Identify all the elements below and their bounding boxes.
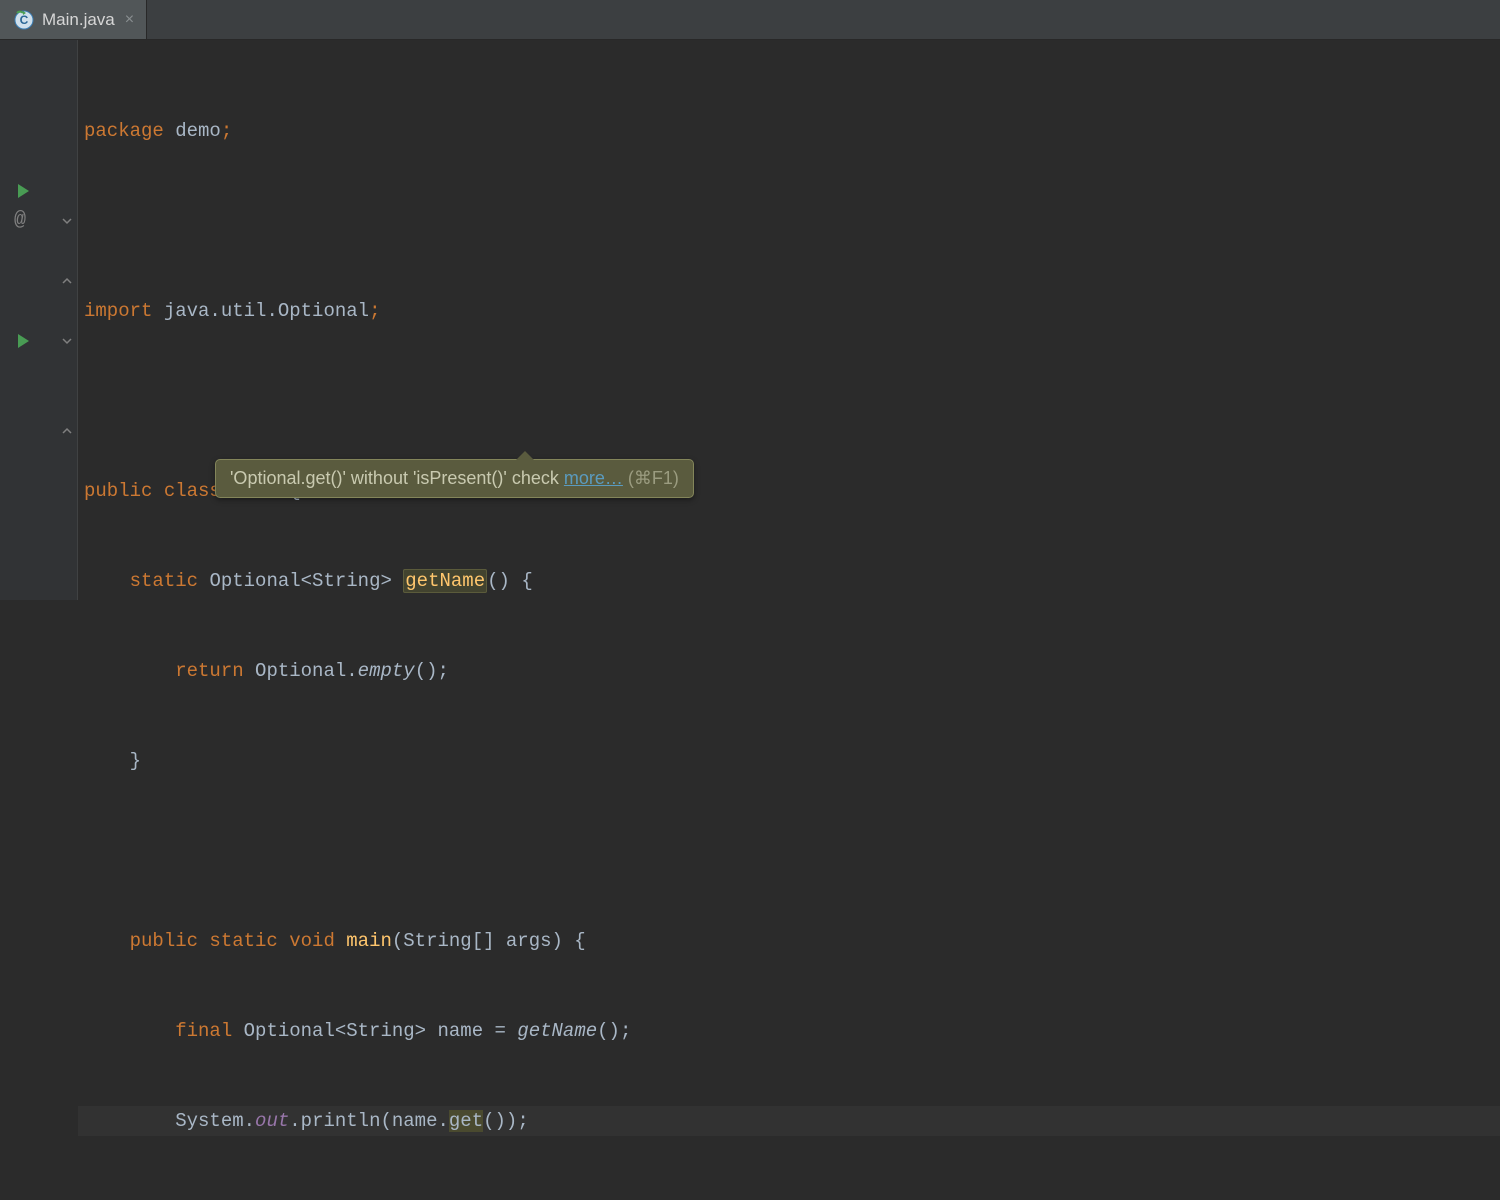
code-line: final Optional<String> name = getName(); [78,1016,1500,1046]
inspection-tooltip: 'Optional.get()' without 'isPresent()' c… [215,459,694,498]
close-icon[interactable]: × [123,11,136,29]
fold-collapse-icon[interactable] [61,215,73,227]
code-line: public static void main(String[] args) { [78,926,1500,956]
tooltip-shortcut: (⌘F1) [623,468,679,488]
code-line: package demo; [78,116,1500,146]
code-line: return Optional.empty(); [78,656,1500,686]
java-class-icon: C [14,10,34,30]
fold-collapse-icon[interactable] [61,335,73,347]
code-line-current: System.out.println(name.get()); [78,1106,1500,1136]
tab-bar: C Main.java × [0,0,1500,40]
file-tab[interactable]: C Main.java × [0,0,147,39]
code-line [78,386,1500,416]
run-class-icon[interactable] [18,184,29,198]
gutter: @ [0,40,78,600]
editor: @ package demo; import jav [0,40,1500,600]
code-line [78,206,1500,236]
fold-expand-icon[interactable] [61,425,73,437]
tooltip-text: 'Optional.get()' without 'isPresent()' c… [230,468,564,488]
fold-expand-icon[interactable] [61,275,73,287]
code-line: } [78,1196,1500,1200]
svg-text:C: C [20,13,29,27]
tooltip-more-link[interactable]: more… [564,468,623,488]
code-line: static Optional<String> getName() { [78,566,1500,596]
run-method-icon[interactable] [18,334,29,348]
code-line: import java.util.Optional; [78,296,1500,326]
tab-filename: Main.java [42,10,115,30]
code-area[interactable]: package demo; import java.util.Optional;… [78,40,1500,600]
code-line: } [78,746,1500,776]
override-icon[interactable]: @ [14,211,26,231]
code-line [78,836,1500,866]
